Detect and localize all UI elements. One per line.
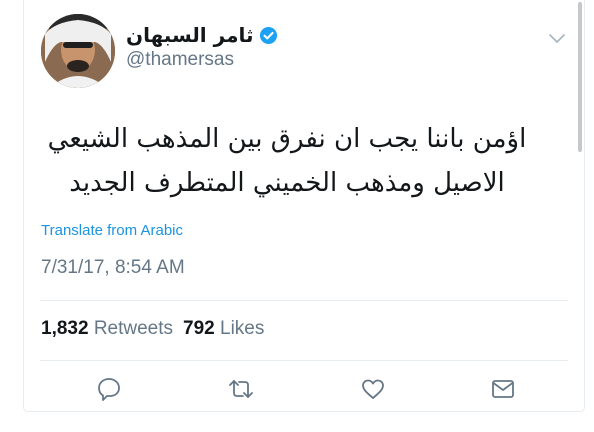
tweet-timestamp[interactable]: 7/31/17, 8:54 AM bbox=[41, 257, 185, 279]
verified-badge-icon bbox=[259, 26, 278, 45]
chevron-down-icon[interactable] bbox=[548, 32, 566, 44]
likes-count: 792 bbox=[183, 318, 215, 339]
avatar-image bbox=[41, 14, 115, 88]
tweet-text: اؤمن باننا يجب ان نفرق بين المذهب الشيعي… bbox=[40, 117, 534, 205]
tweet-actions bbox=[40, 372, 568, 406]
reply-icon[interactable] bbox=[96, 376, 122, 402]
translate-link[interactable]: Translate from Arabic bbox=[41, 222, 183, 239]
display-name-row: ثامر السبهان bbox=[126, 22, 278, 48]
likes-label: Likes bbox=[220, 318, 265, 339]
retweets-count: 1,832 bbox=[41, 318, 89, 339]
likes-stat[interactable]: 792 Likes bbox=[183, 318, 264, 340]
page: ثامر السبهان @thamersas اؤمن باننا يجب ا… bbox=[0, 0, 594, 432]
display-name[interactable]: ثامر السبهان bbox=[126, 23, 253, 47]
tweet-text-line-2: الاصيل ومذهب الخميني المتطرف الجديد bbox=[69, 168, 505, 198]
tweet-stats: 1,832 Retweets 792 Likes bbox=[41, 318, 264, 340]
tweet-text-line-1: اؤمن باننا يجب ان نفرق بين المذهب الشيعي bbox=[47, 124, 527, 154]
heart-icon[interactable] bbox=[360, 376, 386, 402]
divider-bottom bbox=[40, 360, 568, 361]
tweet-header: ثامر السبهان @thamersas bbox=[40, 12, 568, 92]
retweets-label: Retweets bbox=[93, 318, 174, 339]
envelope-icon[interactable] bbox=[490, 376, 516, 402]
avatar[interactable] bbox=[41, 14, 115, 88]
retweets-stat[interactable]: 1,832 Retweets bbox=[41, 318, 173, 340]
scrollbar-thumb[interactable] bbox=[578, 2, 582, 152]
divider-top bbox=[40, 300, 568, 301]
tweet-card: ثامر السبهان @thamersas اؤمن باننا يجب ا… bbox=[23, 0, 585, 412]
user-handle[interactable]: @thamersas bbox=[126, 49, 278, 71]
name-block: ثامر السبهان @thamersas bbox=[126, 22, 278, 71]
retweet-icon[interactable] bbox=[226, 376, 256, 402]
